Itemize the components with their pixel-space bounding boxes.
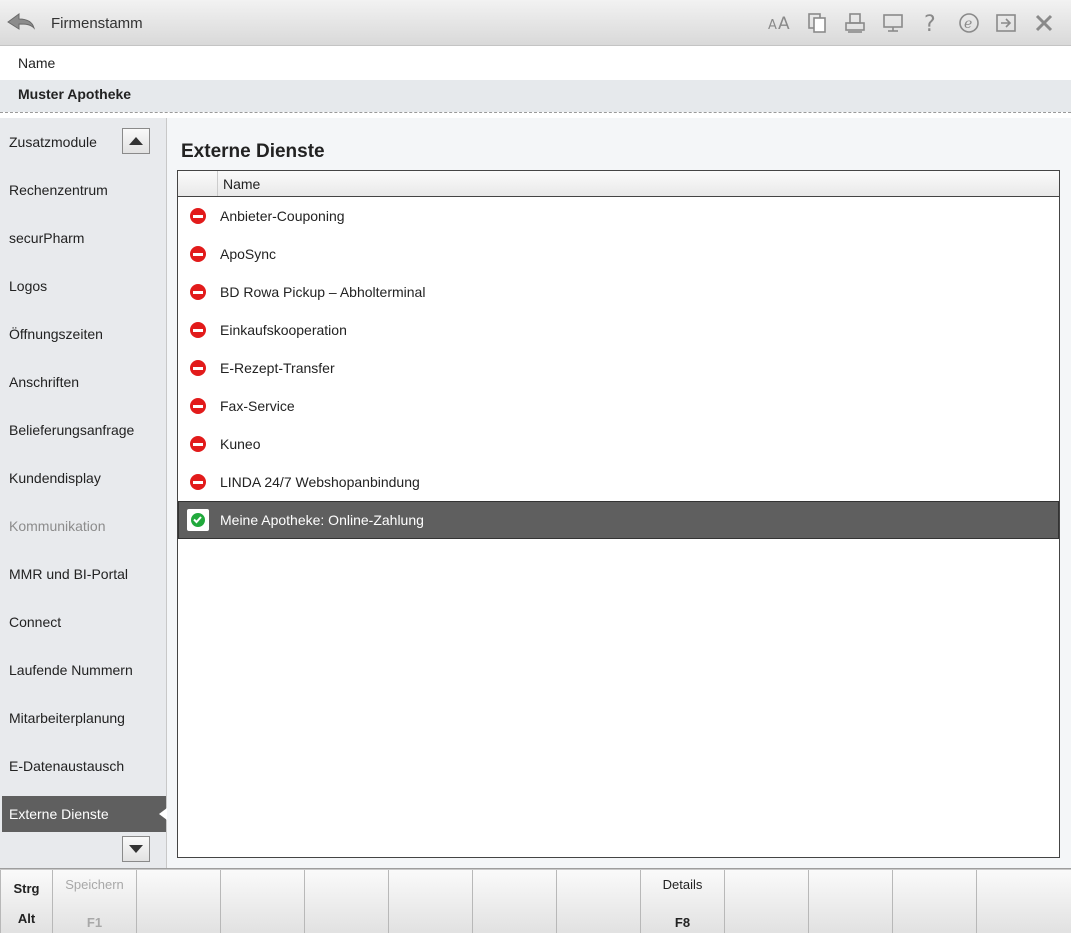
service-name: LINDA 24/7 Webshopanbindung [220, 474, 420, 490]
toolbar-icons: AA ? e [761, 8, 1063, 38]
service-name: Kuneo [220, 436, 261, 452]
modifier-keys: Strg Alt [0, 870, 52, 933]
info-e-icon[interactable]: e [950, 8, 988, 38]
modifier-alt: Alt [17, 911, 36, 926]
scroll-down-button[interactable] [122, 836, 150, 862]
stop-icon [190, 360, 206, 376]
sidebar-item[interactable]: Logos [2, 268, 166, 304]
service-name: BD Rowa Pickup – Abholterminal [220, 284, 426, 300]
function-key-empty[interactable] [892, 870, 976, 933]
service-name: Meine Apotheke: Online-Zahlung [220, 512, 424, 528]
scroll-up-button[interactable] [122, 128, 150, 154]
separator [0, 112, 1071, 113]
function-key-shortcut: F8 [674, 915, 691, 930]
sidebar-item[interactable]: E-Datenaustausch [2, 748, 166, 784]
table-row[interactable]: BD Rowa Pickup – Abholterminal [178, 273, 1059, 311]
function-key-empty[interactable] [136, 870, 220, 933]
function-key-speichern[interactable]: Speichern F1 [52, 870, 136, 933]
service-name: Einkaufskooperation [220, 322, 347, 338]
modifier-strg: Strg [13, 881, 40, 896]
stop-icon [190, 474, 206, 490]
service-name: ApoSync [220, 246, 277, 262]
sidebar-item[interactable]: securPharm [2, 220, 166, 256]
function-key-label: Speichern [65, 877, 124, 892]
stop-icon [190, 208, 206, 224]
function-key-empty[interactable] [220, 870, 304, 933]
table-header: Name [178, 171, 1059, 197]
name-row [0, 80, 1071, 112]
function-key-empty[interactable] [472, 870, 556, 933]
function-key-label: Details [662, 877, 703, 892]
section-title: Externe Dienste [181, 141, 325, 162]
table-row[interactable]: LINDA 24/7 Webshopanbindung [178, 463, 1059, 501]
svg-text:e: e [964, 16, 972, 32]
help-icon[interactable]: ? [912, 8, 950, 38]
function-key-shortcut: F1 [86, 915, 103, 930]
function-key-empty[interactable] [724, 870, 808, 933]
font-size-icon[interactable]: AA [761, 8, 799, 38]
function-key-empty[interactable] [808, 870, 892, 933]
sidebar-item[interactable]: Laufende Nummern [2, 652, 166, 688]
monitor-icon[interactable] [874, 8, 912, 38]
function-key-empty[interactable] [976, 870, 1071, 933]
sidebar-item[interactable]: Anschriften [2, 364, 166, 400]
sidebar-item[interactable]: Mitarbeiterplanung [2, 700, 166, 736]
table-row[interactable]: Anbieter-Couponing [178, 197, 1059, 235]
sidebar-item[interactable]: Belieferungsanfrage [2, 412, 166, 448]
sidebar-item[interactable]: Kommunikation [2, 508, 166, 544]
sidebar-item[interactable]: Connect [2, 604, 166, 640]
function-key-bar: Strg Alt Speichern F1 Details F8 [0, 868, 1071, 933]
title-bar: Firmenstamm AA ? e [0, 0, 1071, 46]
table-row[interactable]: ApoSync [178, 235, 1059, 273]
check-icon [190, 512, 206, 528]
copy-icon[interactable] [798, 8, 836, 38]
print-icon[interactable] [836, 8, 874, 38]
arrow-down-icon [129, 845, 143, 853]
stop-icon [190, 322, 206, 338]
status-column-header[interactable] [178, 171, 218, 196]
sidebar-item[interactable]: Öffnungszeiten [2, 316, 166, 352]
table-row[interactable]: E-Rezept-Transfer [178, 349, 1059, 387]
svg-text:A: A [768, 18, 777, 33]
function-key-details[interactable]: Details F8 [640, 870, 724, 933]
name-label: Name [18, 55, 56, 71]
table-row[interactable]: Fax-Service [178, 387, 1059, 425]
svg-text:A: A [778, 14, 790, 33]
arrow-up-icon [129, 137, 143, 145]
stop-icon [190, 398, 206, 414]
services-table: Name Anbieter-Couponing ApoSync BD Rowa Pi… [177, 170, 1060, 858]
table-row[interactable]: Meine Apotheke: Online-Zahlung [178, 501, 1059, 539]
sidebar-item[interactable]: MMR und BI-Portal [2, 556, 166, 592]
service-name: Fax-Service [220, 398, 295, 414]
export-icon[interactable] [987, 8, 1025, 38]
sidebar-item[interactable]: Rechenzentrum [2, 172, 166, 208]
stop-icon [190, 246, 206, 262]
function-key-empty[interactable] [304, 870, 388, 933]
table-row[interactable]: Kuneo [178, 425, 1059, 463]
table-row[interactable]: Einkaufskooperation [178, 311, 1059, 349]
service-name: E-Rezept-Transfer [220, 360, 335, 376]
sidebar-item[interactable]: Externe Dienste [2, 796, 167, 832]
company-name: Muster Apotheke [18, 86, 132, 102]
service-name: Anbieter-Couponing [220, 208, 345, 224]
stop-icon [190, 284, 206, 300]
close-icon[interactable] [1025, 8, 1063, 38]
function-key-empty[interactable] [556, 870, 640, 933]
back-arrow-icon[interactable] [6, 9, 36, 35]
svg-text:?: ? [924, 12, 936, 35]
stop-icon [190, 436, 206, 452]
window-title: Firmenstamm [51, 15, 143, 32]
sidebar-item[interactable]: Zusatzmodule [2, 124, 114, 160]
name-column-header[interactable]: Name [223, 176, 260, 192]
sidebar-item[interactable]: Kundendisplay [2, 460, 166, 496]
function-key-empty[interactable] [388, 870, 472, 933]
